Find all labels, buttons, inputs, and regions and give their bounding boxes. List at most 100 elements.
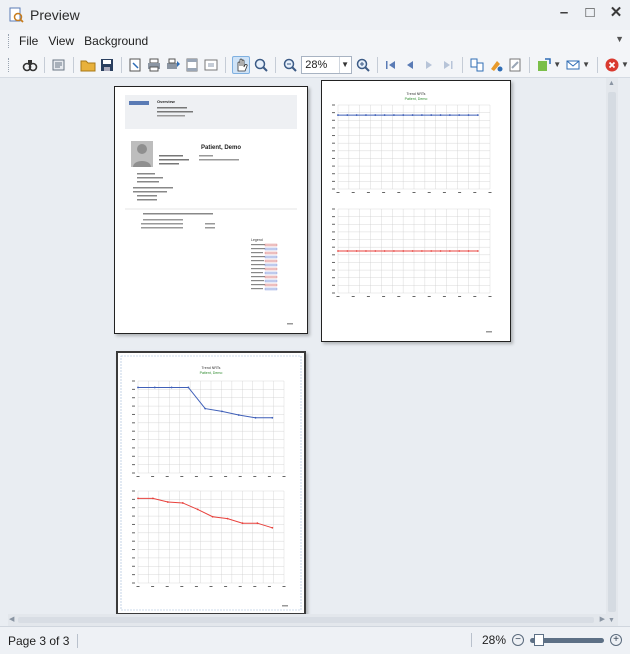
page-1-content: Overview Patient, Demo Legend — [125, 95, 297, 325]
data-point — [254, 416, 257, 419]
y-tick-label — [132, 397, 135, 399]
page-2-chart-subtitle: Patient, Demo — [405, 97, 428, 101]
y-tick-label — [332, 239, 335, 241]
previous-page-icon[interactable] — [402, 56, 418, 74]
x-tick-label — [165, 586, 169, 587]
chevron-down-icon[interactable]: ▼ — [338, 56, 351, 73]
close-preview-icon[interactable] — [604, 56, 620, 74]
page-setup-icon[interactable] — [127, 56, 143, 74]
x-tick-label — [165, 476, 169, 477]
scroll-up-icon[interactable]: ▲ — [608, 80, 615, 87]
title-bar: Preview – □ ✕ — [0, 0, 630, 30]
y-tick-label — [132, 439, 135, 441]
zoom-in-icon[interactable] — [355, 56, 371, 74]
y-tick-label — [132, 413, 135, 415]
last-page-icon[interactable] — [440, 56, 456, 74]
x-tick-label — [397, 296, 401, 297]
y-tick-label — [332, 119, 335, 121]
x-tick-label — [151, 476, 155, 477]
export-icon[interactable] — [536, 56, 552, 74]
data-point — [346, 250, 349, 252]
data-point — [402, 114, 405, 116]
data-point — [271, 416, 274, 419]
trend-chart-4 — [132, 490, 286, 587]
open-icon[interactable] — [51, 56, 67, 74]
zoom-slider-thumb[interactable] — [534, 633, 544, 646]
series-line — [138, 497, 273, 529]
x-tick-label — [253, 476, 257, 477]
data-point — [153, 386, 156, 389]
first-page-icon[interactable] — [383, 56, 399, 74]
export-dropdown-icon[interactable]: ▼ — [553, 60, 561, 69]
y-tick-label — [132, 422, 135, 424]
save-icon[interactable] — [99, 56, 115, 74]
zoom-slider[interactable] — [530, 633, 604, 646]
y-tick-label — [132, 549, 135, 551]
page-thumbnail-3[interactable]: Trend NRTs Patient, Demo — [116, 351, 306, 615]
minimize-button[interactable]: – — [556, 4, 572, 22]
data-point — [211, 515, 214, 518]
send-dropdown-icon[interactable]: ▼ — [582, 60, 590, 69]
zoom-combo[interactable]: 28% ▼ — [301, 55, 352, 74]
send-icon[interactable] — [565, 56, 581, 74]
data-point — [430, 114, 433, 116]
scroll-down-icon[interactable]: ▼ — [608, 617, 615, 624]
y-tick-label — [332, 150, 335, 152]
horizontal-scroll-thumb[interactable] — [18, 617, 594, 623]
scroll-left-icon[interactable]: ◀ — [9, 615, 14, 623]
vertical-scrollbar[interactable]: ▲ ▼ — [606, 78, 618, 626]
zoom-combo-value: 28% — [305, 58, 328, 71]
y-tick-label — [332, 157, 335, 159]
header-footer-icon[interactable] — [184, 56, 200, 74]
menu-background[interactable]: Background — [84, 34, 148, 48]
menu-view[interactable]: View — [48, 34, 74, 48]
folder-icon[interactable] — [80, 56, 96, 74]
menu-overflow-icon[interactable]: ▼ — [615, 34, 624, 44]
x-tick-label — [473, 192, 477, 193]
scale-icon[interactable] — [203, 56, 219, 74]
color-icon[interactable] — [488, 56, 504, 74]
multiple-pages-icon[interactable] — [469, 56, 485, 74]
close-dropdown-icon[interactable]: ▼ — [621, 60, 629, 69]
data-point — [374, 250, 377, 252]
maximize-button[interactable]: □ — [582, 4, 598, 22]
magnifier-icon[interactable] — [253, 56, 269, 74]
vertical-scroll-thumb[interactable] — [608, 92, 616, 612]
y-tick-label — [332, 165, 335, 167]
data-point — [237, 414, 240, 416]
trend-chart-1 — [332, 104, 492, 193]
find-icon[interactable] — [22, 56, 38, 74]
data-point — [137, 497, 139, 500]
next-page-icon[interactable] — [421, 56, 437, 74]
preview-app-icon — [9, 7, 24, 23]
page-thumbnail-1[interactable]: Overview Patient, Demo Legend — [114, 86, 308, 334]
zoom-out-button[interactable]: − — [512, 634, 524, 646]
data-point — [448, 114, 451, 116]
data-point — [448, 250, 451, 252]
zoom-in-button[interactable]: + — [610, 634, 622, 646]
scroll-right-icon[interactable]: ▶ — [600, 615, 605, 623]
watermark-icon[interactable] — [507, 56, 523, 74]
menu-file[interactable]: File — [19, 34, 38, 48]
page-indicator: Page 3 of 3 — [8, 633, 70, 648]
print-icon[interactable] — [146, 56, 162, 74]
close-button[interactable]: ✕ — [608, 4, 624, 22]
x-tick-label — [194, 586, 198, 587]
toolbar-grip[interactable] — [8, 57, 11, 72]
data-point — [393, 114, 395, 116]
hand-tool-icon[interactable] — [232, 55, 251, 74]
y-tick-label — [132, 388, 135, 390]
page-thumbnail-2[interactable]: Trend NRTs Patient, Demo — [321, 80, 511, 342]
x-tick-label — [282, 586, 286, 587]
x-tick-label — [224, 476, 228, 477]
y-tick-label — [132, 430, 135, 432]
data-point — [181, 502, 184, 504]
y-tick-label — [332, 142, 335, 144]
y-tick-label — [332, 261, 335, 263]
horizontal-scrollbar[interactable]: ◀ ▶ — [8, 614, 606, 626]
zoom-out-icon[interactable] — [282, 56, 298, 74]
y-tick-label — [132, 447, 135, 449]
quick-print-icon[interactable] — [165, 56, 181, 74]
document-viewport[interactable]: Overview Patient, Demo Legend Trend NRTs… — [8, 78, 618, 626]
menu-grip[interactable] — [8, 34, 11, 48]
